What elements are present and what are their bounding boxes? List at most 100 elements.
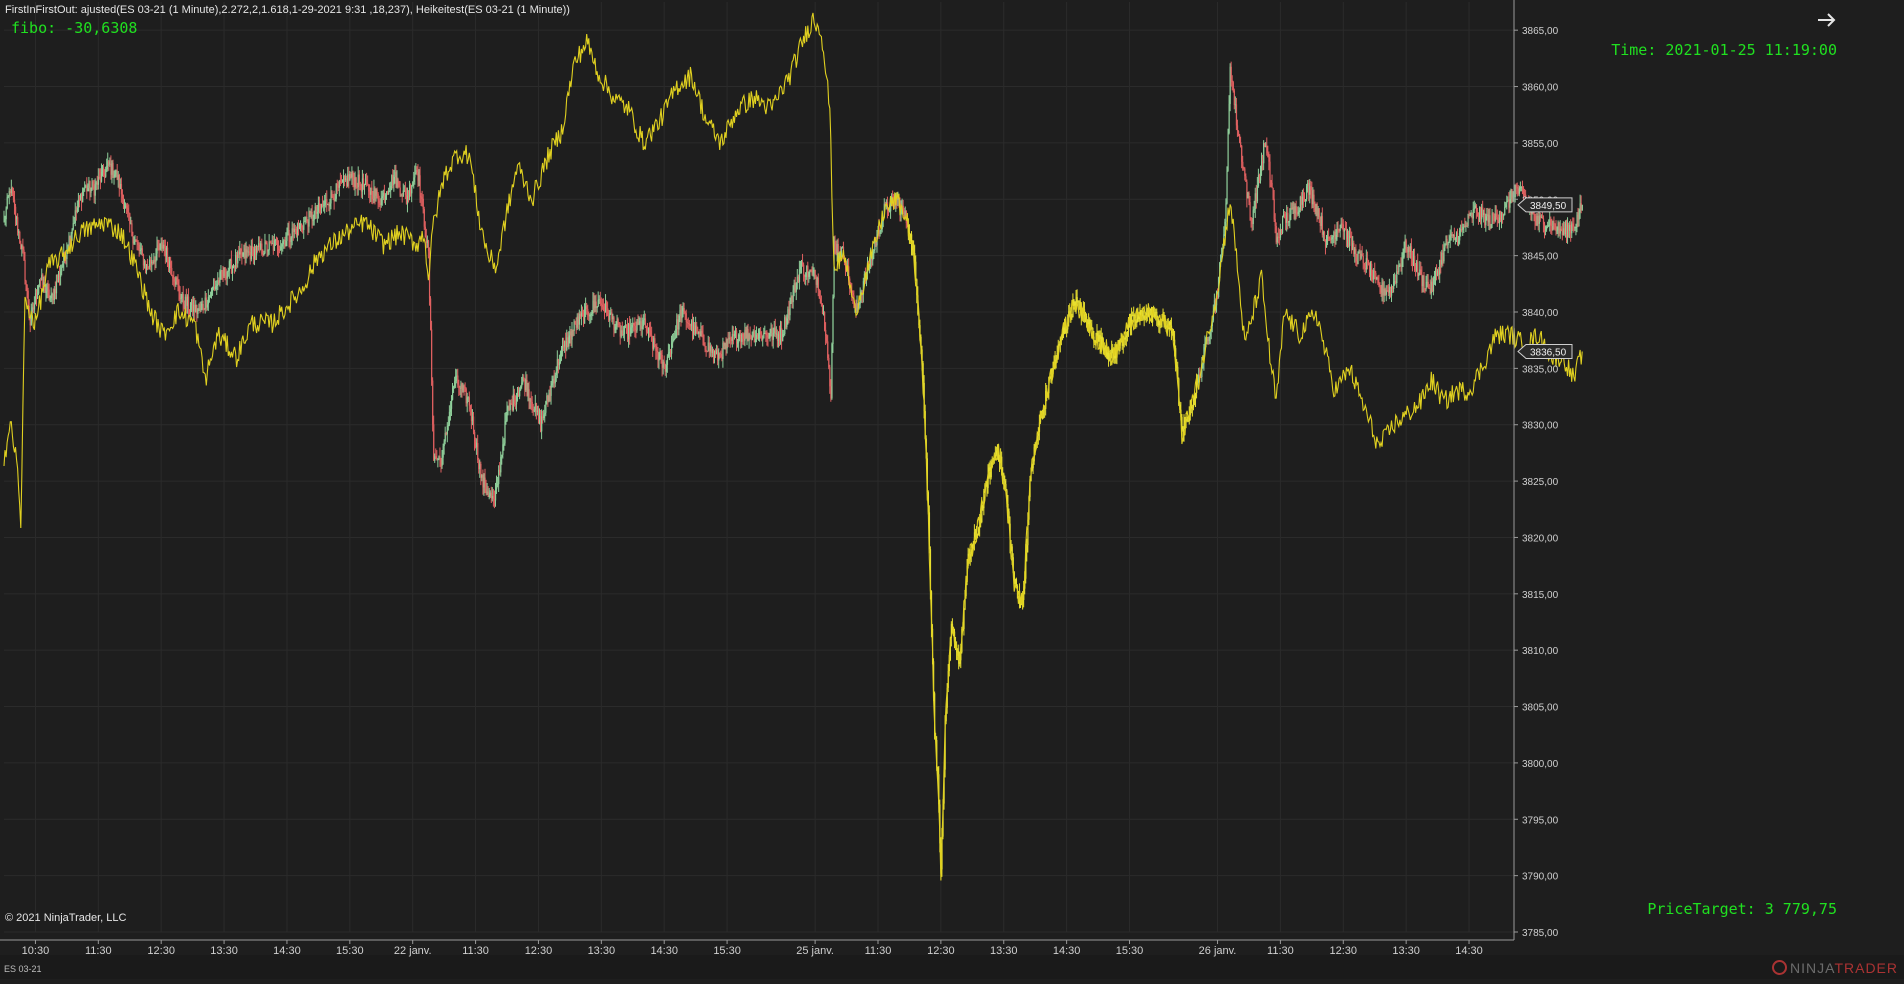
candle-body: [1460, 228, 1462, 231]
candle-body: [179, 293, 181, 299]
candle-body: [461, 384, 463, 390]
candle-body: [1539, 215, 1541, 218]
candle-body: [81, 194, 83, 203]
candle-body: [193, 304, 195, 312]
x-tick-label: 15:30: [713, 945, 741, 957]
arrow-right-icon[interactable]: [1814, 8, 1840, 32]
candle-body: [633, 322, 635, 326]
candle-body: [592, 300, 594, 311]
candle-body: [1254, 193, 1256, 210]
candle-body: [1251, 219, 1253, 225]
candle-body: [1417, 261, 1419, 277]
candle-body: [1393, 281, 1395, 289]
price-chart[interactable]: 3865,003860,003855,003850,003845,003840,…: [0, 0, 1904, 979]
candle-body: [711, 349, 714, 353]
x-tick-label: 13:30: [990, 945, 1018, 957]
candle-body: [112, 162, 114, 178]
candle-body: [381, 196, 384, 198]
candle-body: [159, 243, 161, 250]
candle-body: [1410, 246, 1413, 259]
candle-body: [650, 330, 652, 336]
candle-body: [468, 397, 470, 406]
candle-body: [503, 443, 505, 445]
candle-body: [253, 249, 256, 260]
candle-body: [1398, 265, 1400, 272]
candle-body: [632, 322, 634, 325]
candle-body: [281, 244, 283, 247]
candle-body: [279, 249, 281, 251]
candle-body: [1520, 186, 1523, 188]
candle-body: [181, 294, 183, 299]
candle-body: [1447, 243, 1449, 246]
candle-body: [512, 393, 515, 411]
candle-body: [416, 169, 418, 173]
candle-body: [600, 303, 603, 305]
candle-body: [209, 295, 212, 297]
candle-body: [485, 488, 487, 493]
candle-body: [484, 477, 486, 489]
candle-body: [669, 351, 672, 354]
candle-body: [1255, 193, 1258, 202]
candle-body: [694, 322, 696, 335]
candle-body: [195, 304, 197, 313]
candle-body: [1230, 66, 1232, 81]
candle-body: [755, 334, 758, 339]
candle-body: [1202, 363, 1204, 365]
candle-body: [238, 251, 240, 255]
candle-body: [1278, 237, 1281, 239]
candle-body: [286, 235, 288, 241]
candle-body: [369, 191, 371, 195]
candle-body: [1436, 270, 1438, 276]
candle-body: [1265, 145, 1267, 147]
candle-body: [1331, 237, 1333, 240]
candle-body: [106, 165, 108, 170]
candle-body: [1442, 252, 1444, 262]
candle-body: [689, 325, 692, 327]
candle-body: [1404, 240, 1406, 249]
candle-body: [598, 299, 600, 301]
candle-body: [308, 210, 310, 227]
candle-body: [76, 207, 79, 212]
candle-body: [756, 334, 759, 339]
candle-body: [879, 230, 881, 235]
candle-body: [1073, 299, 1075, 307]
chart-canvas[interactable]: 3865,003860,003855,003850,003845,003840,…: [0, 0, 1904, 979]
candle-body: [1480, 207, 1482, 220]
candle-body: [1497, 219, 1500, 224]
candle-body: [488, 495, 490, 498]
candle-body: [599, 299, 601, 304]
candle-body: [736, 330, 738, 344]
candle-body: [1367, 260, 1370, 264]
candle-body: [182, 294, 184, 305]
candle-body: [777, 334, 780, 341]
candle-body: [35, 293, 38, 299]
candle-body: [462, 385, 464, 390]
candle-body: [26, 285, 28, 291]
candle-body: [102, 167, 104, 173]
candle-body: [231, 265, 234, 274]
candle-body: [835, 249, 837, 254]
candle-body: [702, 333, 704, 343]
candle-body: [531, 401, 533, 409]
candle-body: [114, 174, 116, 177]
candle-body: [746, 329, 748, 339]
candle-body: [1133, 314, 1135, 316]
candle-body: [1534, 216, 1536, 222]
candle-body: [1376, 277, 1378, 279]
candle-body: [210, 288, 213, 296]
candle-body: [1541, 217, 1544, 219]
candle-body: [1155, 311, 1157, 313]
candle-body: [722, 342, 724, 359]
candle-body: [654, 338, 656, 346]
candle-body: [720, 354, 722, 357]
candle-body: [715, 350, 717, 355]
candle-body: [588, 315, 590, 317]
candle-body: [1065, 329, 1067, 333]
candle-body: [1546, 226, 1548, 230]
candle-body: [1506, 201, 1508, 204]
candle-body: [129, 213, 131, 224]
candle-body: [717, 350, 719, 361]
candle-body: [23, 249, 25, 260]
candle-body: [814, 269, 816, 277]
candle-body: [1233, 90, 1235, 105]
